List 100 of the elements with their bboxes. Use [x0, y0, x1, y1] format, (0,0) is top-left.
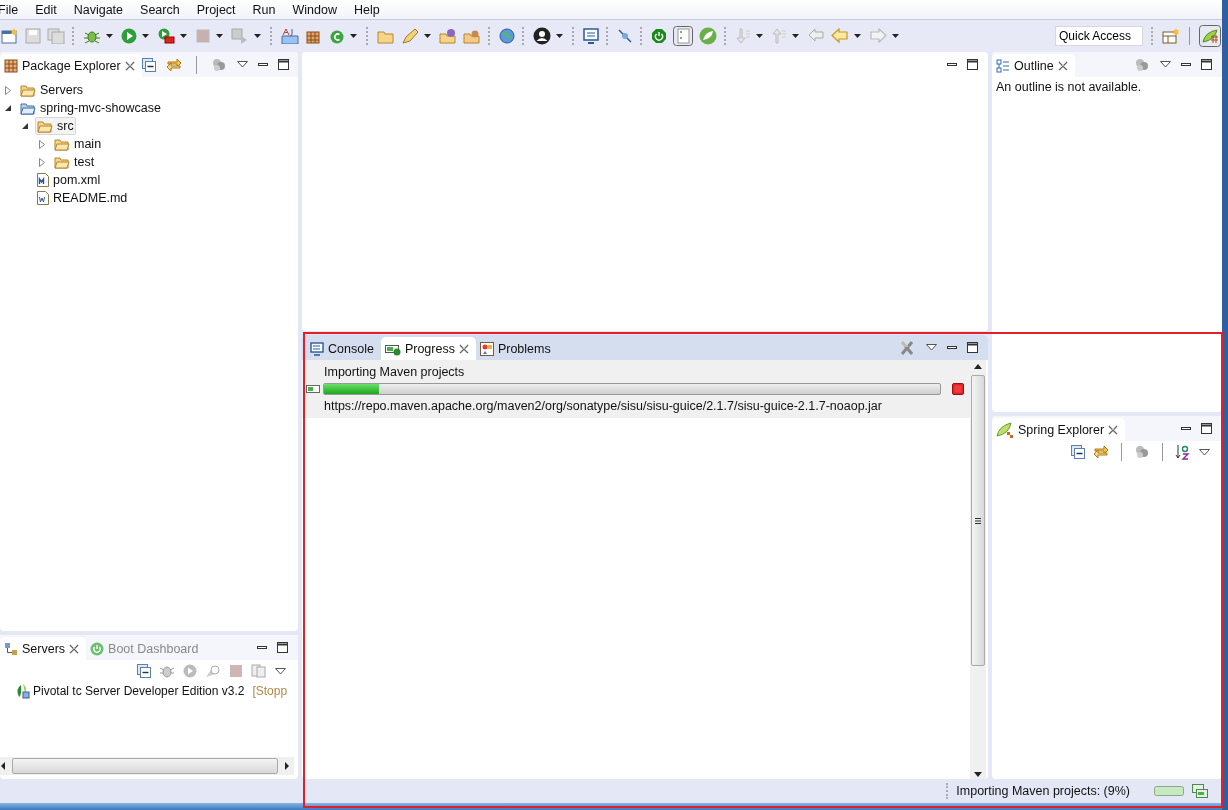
grip-icon: [975, 517, 981, 524]
view-tab[interactable]: Package Explorer: [0, 54, 142, 77]
view-tab[interactable]: Spring Explorer: [992, 418, 1126, 441]
maximize-icon[interactable]: [1201, 423, 1212, 434]
close-icon[interactable]: [1108, 424, 1119, 435]
collapsed-arrow-icon[interactable]: [38, 157, 46, 167]
leaf-icon[interactable]: [699, 27, 717, 45]
dropdown-caret-icon[interactable]: [556, 34, 563, 38]
spring-perspective-icon[interactable]: [1199, 25, 1221, 47]
quick-access-field[interactable]: Quick Access: [1055, 26, 1143, 46]
monitor-icon[interactable]: [583, 28, 599, 44]
collapse-all-icon[interactable]: [137, 664, 151, 678]
dropdown-caret-icon[interactable]: [216, 34, 223, 38]
link-editor-icon[interactable]: [1093, 445, 1109, 459]
collapse-all-icon[interactable]: [141, 57, 156, 72]
filter-icon[interactable]: [1134, 445, 1150, 459]
pin-slash-icon[interactable]: [617, 28, 633, 44]
folder-icon: [54, 155, 70, 169]
filter-icon[interactable]: [210, 57, 227, 72]
tree-item[interactable]: spring-mvc-showcase: [18, 99, 163, 117]
progress-view-icon[interactable]: [1192, 784, 1208, 798]
menu-item[interactable]: Search: [132, 0, 189, 19]
scrollbar-thumb[interactable]: [12, 758, 278, 774]
tree-item[interactable]: src: [35, 117, 76, 135]
scroll-down-icon: [974, 772, 982, 777]
close-icon[interactable]: [124, 60, 135, 71]
dropdown-caret-icon[interactable]: [106, 34, 113, 38]
remove-all-icon[interactable]: [898, 339, 916, 356]
dropdown-caret-icon[interactable]: [756, 34, 763, 38]
dropdown-caret-icon[interactable]: [792, 34, 799, 38]
new-window-icon[interactable]: [1, 28, 19, 44]
scrollbar-thumb[interactable]: [971, 375, 985, 666]
problems-icon: [479, 341, 494, 356]
text-file-icon: [37, 191, 49, 205]
power-icon[interactable]: [651, 28, 667, 44]
status-message: Importing Maven projects: (9%): [956, 784, 1130, 798]
menu-item[interactable]: Help: [345, 0, 389, 19]
folder-icon: [20, 83, 36, 97]
package-icon: [4, 58, 18, 73]
run-icon[interactable]: [121, 28, 137, 44]
dropdown-caret-icon[interactable]: [854, 34, 861, 38]
view-menu-icon[interactable]: [926, 344, 937, 351]
view-menu-icon[interactable]: [236, 61, 248, 68]
run-toolbox-icon[interactable]: [157, 28, 175, 44]
sort-az-icon[interactable]: [1175, 444, 1191, 460]
menu-item[interactable]: Window: [284, 0, 346, 19]
link-editor-icon[interactable]: [165, 57, 182, 72]
person-icon[interactable]: [533, 27, 551, 45]
expanded-arrow-icon[interactable]: [4, 104, 12, 112]
tree-item[interactable]: pom.xml: [35, 171, 103, 189]
dropdown-caret-icon[interactable]: [424, 34, 431, 38]
view-tab[interactable]: Servers: [0, 637, 87, 660]
view-menu-icon[interactable]: [1199, 448, 1210, 456]
tree-item[interactable]: main: [52, 135, 104, 153]
dropdown-caret-icon[interactable]: [892, 34, 899, 38]
open-perspective-icon[interactable]: [1162, 28, 1180, 44]
menu-item[interactable]: Edit: [27, 0, 66, 19]
horizontal-scrollbar[interactable]: [0, 757, 294, 775]
power-icon: [90, 641, 105, 656]
menu-item[interactable]: Navigate: [65, 0, 133, 19]
maximize-icon[interactable]: [1201, 59, 1212, 70]
vertical-scrollbar[interactable]: [970, 360, 986, 779]
maximize-icon[interactable]: [967, 59, 978, 70]
dropdown-caret-icon[interactable]: [254, 34, 261, 38]
job-detail: https://repo.maven.apache.org/maven2/org/sonatype/sisu/sisu-guice/2.1.7/sisu-guice-2.1.7-noaop.jar: [323, 398, 883, 415]
view-menu-icon[interactable]: [1160, 61, 1171, 68]
globe-icon[interactable]: [499, 28, 515, 44]
maximize-icon[interactable]: [277, 642, 288, 653]
filter-icon[interactable]: [1134, 57, 1150, 72]
bug-icon[interactable]: [83, 28, 101, 44]
close-icon[interactable]: [458, 343, 469, 354]
menu-item[interactable]: Run: [244, 0, 285, 19]
close-icon[interactable]: [1057, 60, 1068, 71]
view-tab[interactable]: Progress: [380, 337, 476, 360]
dropdown-caret-icon[interactable]: [180, 34, 187, 38]
menu-item[interactable]: Project: [188, 0, 245, 19]
cancel-button[interactable]: [952, 383, 964, 395]
maximize-icon[interactable]: [277, 59, 289, 70]
view-menu-icon[interactable]: [275, 667, 286, 675]
close-icon[interactable]: [69, 643, 80, 654]
scroll-right-icon: [284, 762, 290, 770]
collapsed-arrow-icon[interactable]: [38, 139, 46, 149]
view-tab[interactable]: Console: [306, 337, 381, 360]
dropdown-caret-icon[interactable]: [142, 34, 149, 38]
expanded-arrow-icon[interactable]: [21, 122, 29, 130]
tree-item[interactable]: README.md: [35, 189, 130, 207]
collapse-all-icon[interactable]: [1071, 445, 1085, 459]
scroll-up-icon: [974, 364, 982, 369]
outline-icon: [996, 58, 1010, 73]
dropdown-caret-icon[interactable]: [350, 34, 357, 38]
maximize-icon[interactable]: [967, 342, 978, 353]
tree-item[interactable]: test: [52, 153, 97, 171]
folder-circle-icon[interactable]: [439, 28, 457, 44]
tree-item[interactable]: Servers: [18, 81, 86, 99]
collapsed-arrow-icon[interactable]: [4, 85, 12, 95]
pen-icon[interactable]: [401, 28, 419, 44]
view-tab[interactable]: Outline: [992, 54, 1075, 77]
view-tab[interactable]: Problems: [475, 337, 558, 360]
new-class-icon[interactable]: [329, 28, 345, 44]
server-name[interactable]: Pivotal tc Server Developer Edition v3.2: [33, 684, 245, 698]
